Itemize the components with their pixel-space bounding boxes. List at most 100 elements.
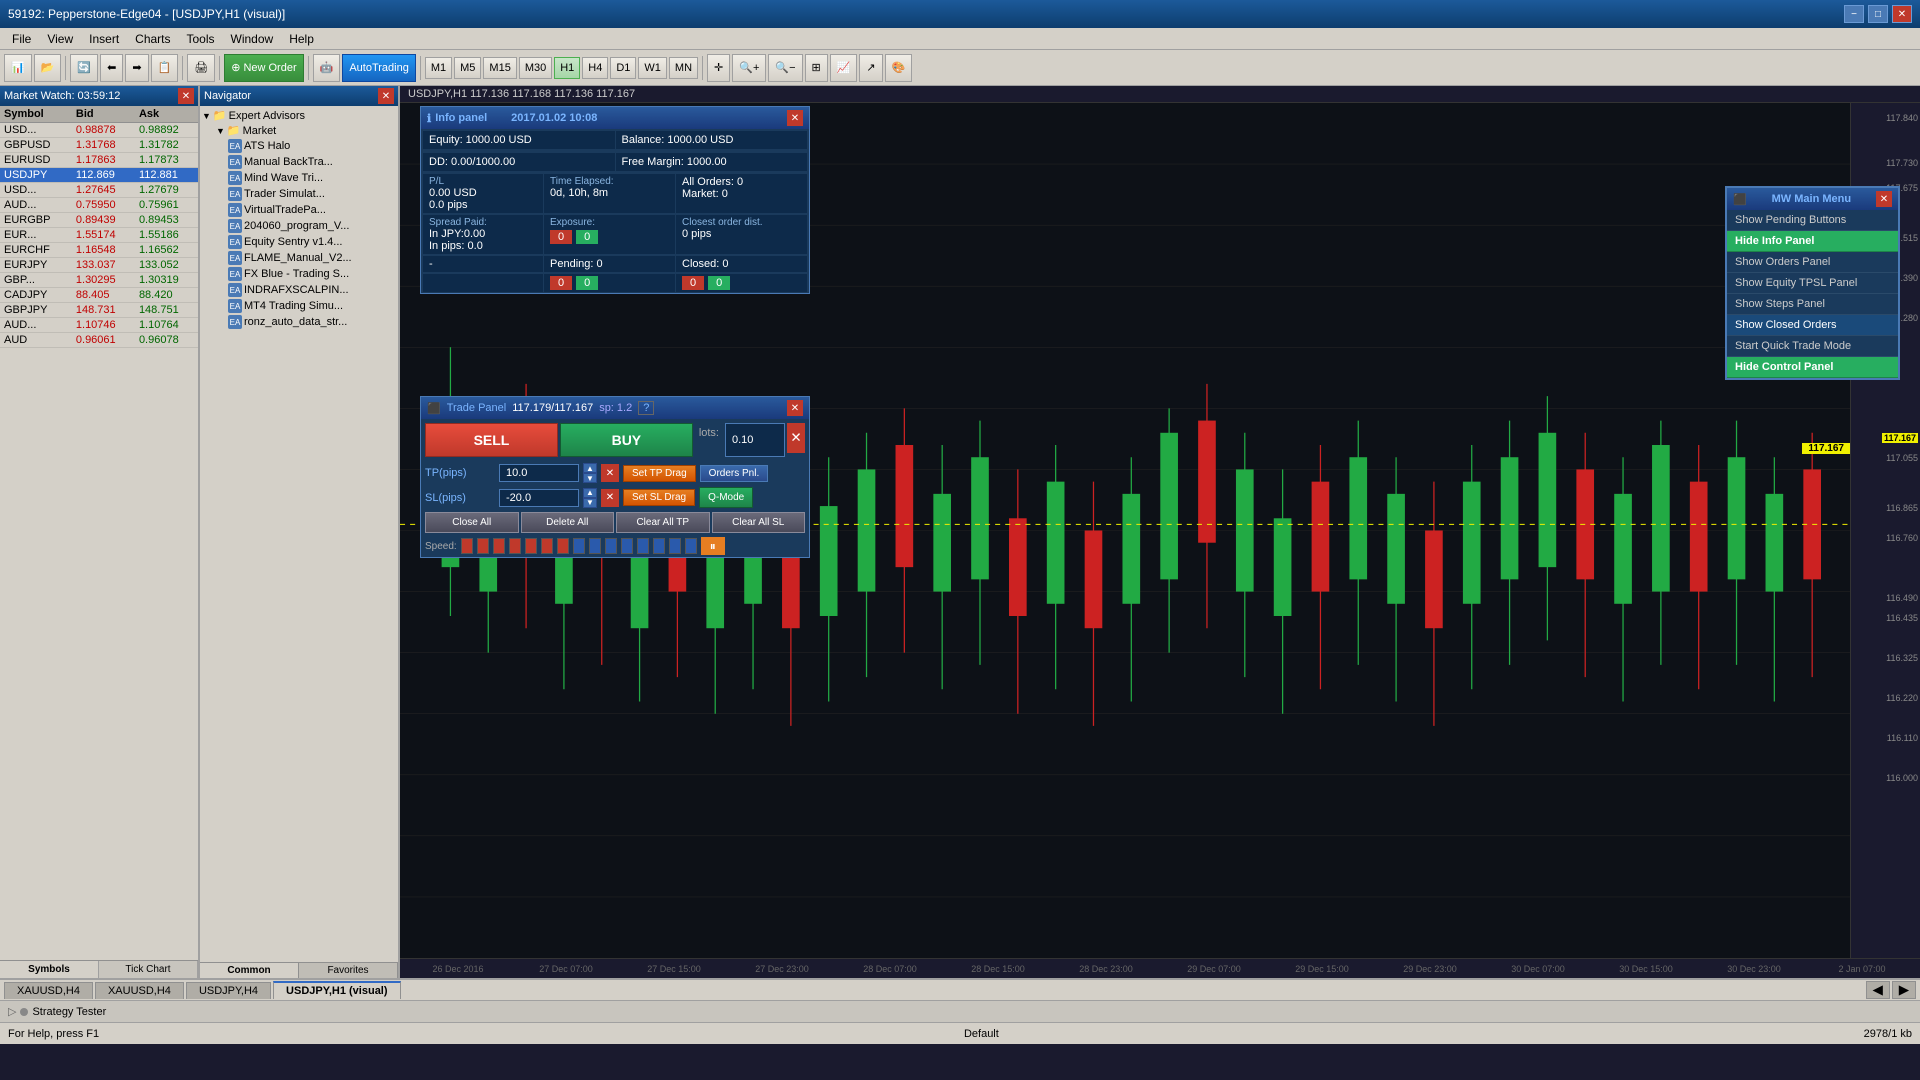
market-watch-row[interactable]: EURGBP 0.89439 0.89453 [0,213,198,228]
nav-item-ats-halo[interactable]: EA ATS Halo [200,138,398,154]
clear-all-tp-button[interactable]: Clear All TP [616,512,710,533]
period-w1[interactable]: W1 [638,57,667,79]
market-watch-row[interactable]: EURJPY 133.037 133.052 [0,258,198,273]
chart-scroll-left[interactable]: ◀ [1866,981,1890,999]
indicators-button[interactable]: 📈 [830,54,858,82]
nav-item-204060[interactable]: EA 204060_program_V... [200,218,398,234]
market-watch-row[interactable]: GBPUSD 1.31768 1.31782 [0,138,198,153]
nav-item-ronz[interactable]: EA ronz_auto_data_str... [200,314,398,330]
chart-tab-usdjpy-h4[interactable]: USDJPY,H4 [186,982,271,999]
chart-tab-xauusd-h4-2[interactable]: XAUUSD,H4 [95,982,184,999]
nav-item-market[interactable]: ▼ 📁 Market [200,123,398,138]
trendline-button[interactable]: ↗ [859,54,882,82]
clear-all-sl-button[interactable]: Clear All SL [712,512,806,533]
market-watch-row[interactable]: EURUSD 1.17863 1.17873 [0,153,198,168]
mw-menu-show-orders[interactable]: Show Orders Panel [1727,252,1898,273]
sl-clear-button[interactable]: ✕ [601,489,619,507]
navigator-close-button[interactable]: ✕ [378,88,394,104]
nav-item-virtual-trade[interactable]: EA VirtualTradePa... [200,202,398,218]
minimize-button[interactable]: − [1844,5,1864,23]
sl-decrement-button[interactable]: ▼ [583,498,597,508]
market-watch-row[interactable]: CADJPY 88.405 88.420 [0,288,198,303]
tp-clear-button[interactable]: ✕ [601,464,619,482]
menu-insert[interactable]: Insert [81,30,127,48]
market-watch-row[interactable]: EURCHF 1.16548 1.16562 [0,243,198,258]
set-tp-drag-button[interactable]: Set TP Drag [623,465,696,482]
autotrading-button[interactable]: AutoTrading [342,54,416,82]
refresh-button[interactable]: 🔄 [70,54,98,82]
market-watch-row[interactable]: AUD... 1.10746 1.10764 [0,318,198,333]
mw-menu-show-equity-tpsl[interactable]: Show Equity TPSL Panel [1727,273,1898,294]
nav-item-expert-advisors[interactable]: ▼ 📁 Expert Advisors [200,108,398,123]
chart-properties-button[interactable]: ⊞ [805,54,828,82]
strategy-tester-expand-icon[interactable]: ▷ [8,1005,16,1018]
market-watch-close-button[interactable]: ✕ [178,88,194,104]
info-panel-close-button[interactable]: ✕ [787,110,803,126]
chart-tab-usdjpy-h1-visual[interactable]: USDJPY,H1 (visual) [273,981,400,999]
autotrading-icon[interactable]: 🤖 [313,54,341,82]
mw-main-menu-close-button[interactable]: ✕ [1876,191,1892,207]
nav-tab-favorites[interactable]: Favorites [299,963,398,978]
open-button[interactable]: 📂 [34,54,62,82]
nav-item-flame-manual[interactable]: EA FLAME_Manual_V2... [200,250,398,266]
nav-item-indrafx[interactable]: EA INDRAFXSCALPIN... [200,282,398,298]
nav-item-trader-simulat[interactable]: EA Trader Simulat... [200,186,398,202]
mw-tab-symbols[interactable]: Symbols [0,961,99,978]
mw-tab-tick-chart[interactable]: Tick Chart [99,961,198,978]
market-watch-row[interactable]: USD... 0.98878 0.98892 [0,123,198,138]
maximize-button[interactable]: □ [1868,5,1888,23]
nav-item-mind-wave[interactable]: EA Mind Wave Tri... [200,170,398,186]
buy-button[interactable]: BUY [560,423,693,457]
market-watch-row[interactable]: USDJPY 112.869 112.881 [0,168,198,183]
chart-tab-xauusd-h4-1[interactable]: XAUUSD,H4 [4,982,93,999]
period-h1[interactable]: H1 [554,57,580,79]
menu-window[interactable]: Window [223,30,282,48]
sl-increment-button[interactable]: ▲ [583,488,597,498]
history-button[interactable]: 📋 [151,54,179,82]
new-order-button[interactable]: ⊕ New Order [224,54,303,82]
sl-input[interactable] [499,489,579,507]
tp-increment-button[interactable]: ▲ [583,463,597,473]
mw-menu-show-closed[interactable]: Show Closed Orders [1727,315,1898,336]
print-button[interactable]: 🖨 [187,54,215,82]
close-all-button[interactable]: Close All [425,512,519,533]
market-watch-row[interactable]: USD... 1.27645 1.27679 [0,183,198,198]
chart-scroll-right[interactable]: ▶ [1892,981,1916,999]
market-watch-row[interactable]: GBPJPY 148.731 148.751 [0,303,198,318]
new-chart-button[interactable]: 📊 [4,54,32,82]
nav-tab-common[interactable]: Common [200,963,299,978]
mw-menu-hide-info[interactable]: Hide Info Panel [1727,231,1898,252]
trade-panel-help[interactable]: ? [638,401,654,415]
period-m1[interactable]: M1 [425,57,452,79]
market-watch-row[interactable]: AUD 0.96061 0.96078 [0,333,198,348]
menu-file[interactable]: File [4,30,39,48]
period-h4[interactable]: H4 [582,57,608,79]
orders-pnl-button[interactable]: Orders Pnl. [700,465,769,482]
zoom-in-button[interactable]: 🔍+ [732,54,766,82]
q-mode-button[interactable]: Q-Mode [699,487,753,508]
period-d1[interactable]: D1 [610,57,636,79]
menu-view[interactable]: View [39,30,81,48]
lots-clear-button[interactable]: ✕ [787,423,805,453]
nav-item-manual-backtr[interactable]: EA Manual BackTra... [200,154,398,170]
nav-item-mt4-trading[interactable]: EA MT4 Trading Simu... [200,298,398,314]
market-watch-row[interactable]: GBP... 1.30295 1.30319 [0,273,198,288]
tp-input[interactable] [499,464,579,482]
set-sl-drag-button[interactable]: Set SL Drag [623,489,695,506]
market-watch-row[interactable]: AUD... 0.75950 0.75961 [0,198,198,213]
zoom-out-button[interactable]: 🔍− [768,54,802,82]
nav-item-equity-sentry[interactable]: EA Equity Sentry v1.4... [200,234,398,250]
lots-input[interactable] [725,423,785,457]
crosshair-button[interactable]: ✛ [707,54,730,82]
close-button[interactable]: ✕ [1892,5,1912,23]
forward-button[interactable]: ➡ [125,54,148,82]
menu-help[interactable]: Help [281,30,322,48]
delete-all-button[interactable]: Delete All [521,512,615,533]
market-watch-row[interactable]: EUR... 1.55174 1.55186 [0,228,198,243]
speed-pause-button[interactable]: ⏸ [701,537,725,555]
menu-tools[interactable]: Tools [179,30,223,48]
color-button[interactable]: 🎨 [885,54,913,82]
tp-decrement-button[interactable]: ▼ [583,473,597,483]
mw-menu-hide-control[interactable]: Hide Control Panel [1727,357,1898,378]
mw-menu-quick-trade[interactable]: Start Quick Trade Mode [1727,336,1898,357]
